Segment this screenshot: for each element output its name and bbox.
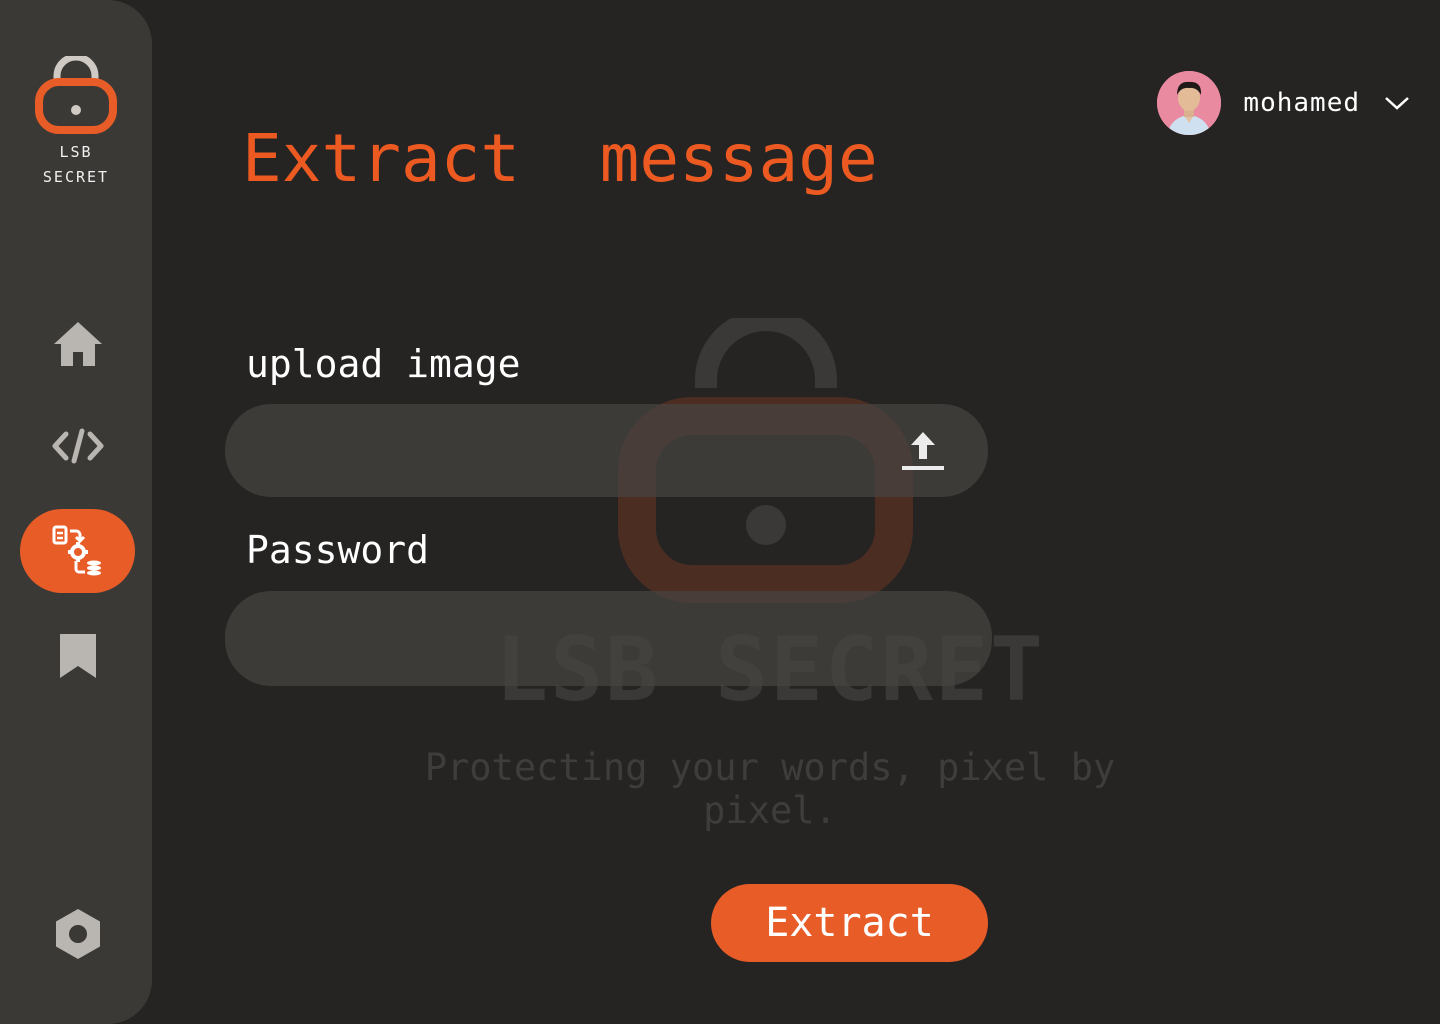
upload-image-field[interactable] [225, 404, 988, 497]
password-field[interactable] [225, 591, 992, 686]
watermark: LSB SECRET Protecting your words, pixel … [390, 318, 1150, 832]
page-title: Extract message [242, 120, 878, 197]
user-name: mohamed [1243, 88, 1360, 118]
password-label: Password [246, 528, 430, 572]
code-icon [52, 428, 103, 464]
user-menu[interactable]: mohamed [1157, 70, 1410, 136]
sidebar-item-saved[interactable] [20, 614, 135, 698]
user-avatar-icon [1157, 71, 1222, 135]
extract-button[interactable]: Extract [711, 884, 988, 962]
settings-hexagon-icon [55, 909, 100, 959]
sidebar-item-encode[interactable] [20, 404, 135, 488]
sidebar: LSB SECRET [0, 0, 152, 1024]
lock-logo-icon [35, 56, 117, 134]
chevron-down-icon[interactable] [1384, 95, 1410, 111]
sidebar-item-settings[interactable] [20, 892, 135, 976]
sidebar-item-extract[interactable] [20, 509, 135, 593]
brand-name: LSB SECRET [42, 143, 110, 186]
bookmark-icon [59, 634, 96, 678]
home-icon [53, 322, 102, 366]
brand-logo[interactable]: LSB SECRET [0, 56, 152, 190]
avatar[interactable] [1157, 71, 1222, 135]
extract-data-icon [52, 525, 101, 576]
watermark-tagline: Protecting your words, pixel by pixel. [424, 746, 1116, 832]
upload-arrow-icon [902, 432, 944, 470]
sidebar-item-home[interactable] [20, 302, 135, 386]
upload-button[interactable] [898, 426, 948, 476]
upload-image-label: upload image [246, 342, 521, 386]
